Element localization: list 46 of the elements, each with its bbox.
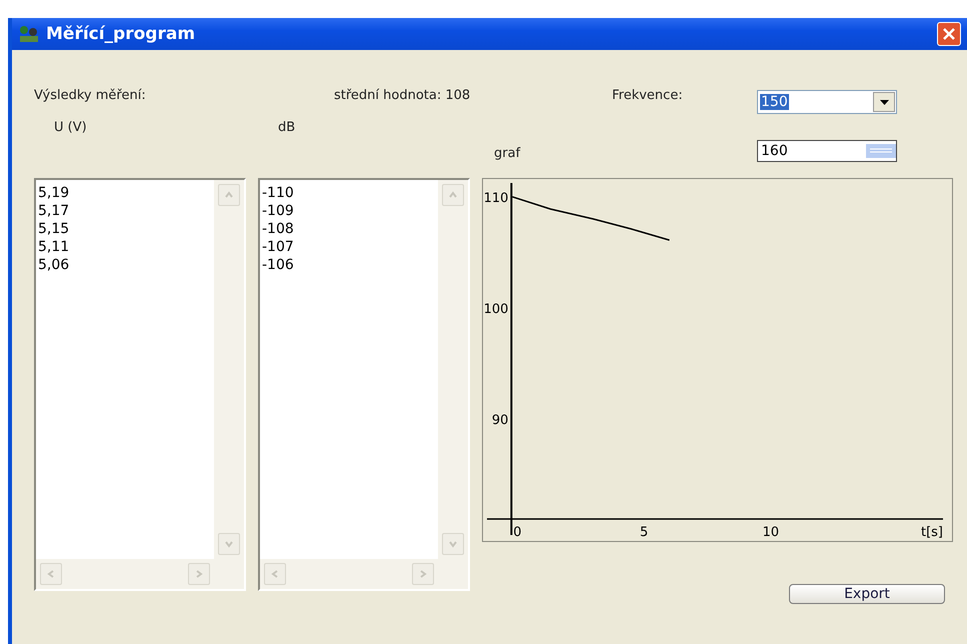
list-box[interactable]: -110 -109 -108 -107 -106 — [258, 178, 470, 591]
frequency-label: Frekvence: — [612, 88, 684, 103]
close-button[interactable] — [937, 22, 961, 46]
y-tick-label: 100 — [484, 302, 508, 317]
list-box[interactable]: 5,19 5,17 5,15 5,11 5,06 — [34, 178, 246, 591]
close-icon — [942, 27, 956, 41]
horizontal-scrollbar[interactable] — [260, 559, 468, 589]
scroll-down-icon[interactable] — [218, 533, 240, 555]
frequency-field[interactable]: 160 — [757, 140, 897, 162]
list-item[interactable]: 5,11 — [38, 238, 212, 256]
frequency-dropdown[interactable]: 150 — [757, 90, 897, 114]
scroll-down-icon[interactable] — [442, 533, 464, 555]
list-item[interactable]: -109 — [262, 202, 436, 220]
list-item[interactable]: 5,15 — [38, 220, 212, 238]
list-item[interactable]: -110 — [262, 184, 436, 202]
x-tick-label: 0 — [513, 525, 522, 540]
list-item[interactable]: 5,19 — [38, 184, 212, 202]
app-icon — [18, 24, 40, 44]
y-tick-label: 90 — [492, 413, 508, 428]
scroll-left-icon[interactable] — [264, 563, 286, 585]
horizontal-scrollbar[interactable] — [36, 559, 244, 589]
list-item[interactable]: -107 — [262, 238, 436, 256]
results-label: Výsledky měření: — [34, 88, 147, 103]
y-tick-label: 110 — [484, 190, 508, 206]
scroll-up-icon[interactable] — [442, 184, 464, 206]
scroll-right-icon[interactable] — [412, 563, 434, 585]
x-tick-label: 10 — [762, 525, 779, 540]
window-title: Měřící_program — [46, 24, 196, 44]
column-header: U (V) — [54, 120, 87, 135]
vertical-scrollbar[interactable] — [438, 180, 468, 559]
dropdown-arrow-icon — [880, 100, 888, 104]
x-tick-label: 5 — [640, 525, 648, 540]
list-item[interactable]: -106 — [262, 256, 436, 274]
scroll-up-icon[interactable] — [218, 184, 240, 206]
x-axis-label: t[s] — [920, 525, 943, 540]
scroll-right-icon[interactable] — [188, 563, 210, 585]
list-item[interactable]: 5,06 — [38, 256, 212, 274]
grip-icon — [866, 144, 896, 158]
scroll-left-icon[interactable] — [40, 563, 62, 585]
export-button[interactable]: Export — [789, 584, 945, 604]
graph-title: graf — [494, 146, 520, 161]
column-header: dB — [278, 120, 296, 135]
list-item[interactable]: 5,17 — [38, 202, 212, 220]
list-item[interactable]: -108 — [262, 220, 436, 238]
vertical-scrollbar[interactable] — [214, 180, 244, 559]
mean-value-label: střední hodnota: 108 — [334, 88, 472, 103]
